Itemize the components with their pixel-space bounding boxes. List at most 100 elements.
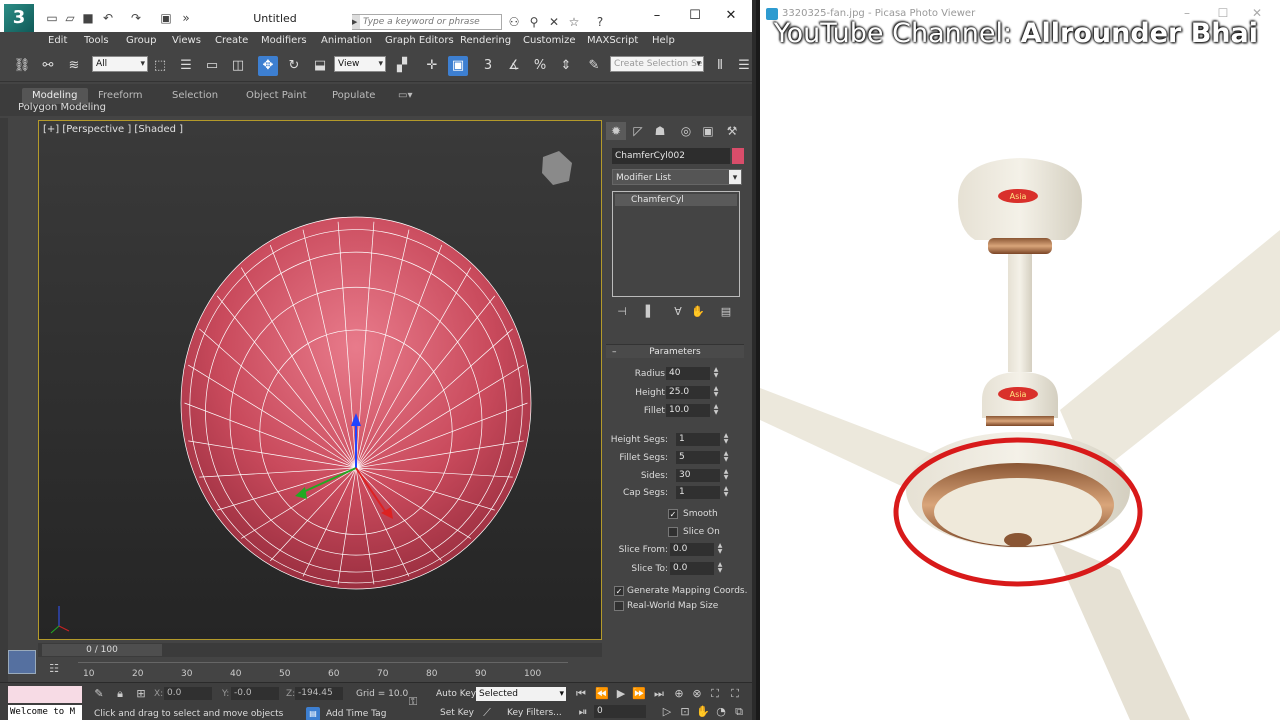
menu-help[interactable]: Help bbox=[652, 35, 675, 46]
new-file-icon[interactable]: ▭ bbox=[44, 10, 60, 26]
track-bar[interactable]: 10 20 30 40 50 60 70 80 90 100 bbox=[78, 662, 568, 679]
set-key-button[interactable]: Set Key bbox=[440, 708, 474, 718]
height-segs-spinner-icon[interactable]: ▲ ▼ bbox=[722, 433, 730, 446]
remove-modifier-icon[interactable]: ✋ bbox=[690, 304, 706, 320]
play-icon[interactable]: ▶ bbox=[614, 687, 628, 701]
time-tag-icon[interactable]: ▤ bbox=[306, 707, 320, 720]
edit-named-selection-icon[interactable]: ✎ bbox=[584, 56, 604, 76]
binoculars-icon[interactable]: ⚇ bbox=[506, 14, 522, 30]
tab-selection[interactable]: Selection bbox=[162, 88, 228, 104]
hierarchy-tab-icon[interactable]: ☗ bbox=[650, 122, 670, 140]
app-logo-button[interactable]: 3 bbox=[4, 4, 34, 32]
zoom-extents-all-icon[interactable]: ⛶ bbox=[728, 687, 742, 701]
search-input[interactable]: Type a keyword or phrase bbox=[352, 14, 502, 30]
menu-create[interactable]: Create bbox=[215, 35, 248, 46]
slice-from-spinner-icon[interactable]: ▲ ▼ bbox=[716, 543, 724, 556]
show-end-result-icon[interactable]: ▌ bbox=[642, 304, 658, 320]
angle-snap-icon[interactable]: ∡ bbox=[504, 56, 524, 76]
menu-customize[interactable]: Customize bbox=[523, 35, 576, 46]
go-to-end-icon[interactable]: ⏭ bbox=[652, 687, 666, 701]
select-by-name-icon[interactable]: ☰ bbox=[176, 56, 196, 76]
close-icon[interactable]: ✕ bbox=[716, 6, 746, 26]
menu-rendering[interactable]: Rendering bbox=[460, 35, 511, 46]
save-file-icon[interactable]: ■ bbox=[80, 10, 96, 26]
object-color-swatch[interactable] bbox=[732, 148, 744, 164]
auto-key-button[interactable]: Auto Key bbox=[436, 689, 476, 699]
add-time-tag-button[interactable]: Add Time Tag bbox=[326, 709, 386, 719]
field-of-view-icon[interactable]: ▷ bbox=[660, 705, 674, 719]
mirror-icon[interactable]: ⫴ bbox=[710, 56, 730, 76]
y-coord-input[interactable]: -0.0 bbox=[231, 687, 279, 700]
menu-edit[interactable]: Edit bbox=[48, 35, 67, 46]
unlink-icon[interactable]: ⚯ bbox=[38, 56, 58, 76]
motion-tab-icon[interactable]: ◎ bbox=[676, 122, 696, 140]
maxscript-listener-input[interactable] bbox=[8, 686, 82, 703]
pan-icon[interactable]: ✋ bbox=[696, 705, 710, 719]
key-mode-toggle-icon[interactable]: ⏯ bbox=[576, 705, 590, 719]
zoom-icon[interactable]: ⊕ bbox=[672, 687, 686, 701]
zoom-region-icon[interactable]: ⊡ bbox=[678, 705, 692, 719]
keyboard-shortcut-icon[interactable]: ▣ bbox=[448, 56, 468, 76]
reference-coordinate-dropdown[interactable]: View bbox=[334, 56, 386, 72]
x-coord-input[interactable]: 0.0 bbox=[164, 687, 212, 700]
isolate-icon[interactable]: ✎ bbox=[92, 687, 106, 701]
select-manipulate-icon[interactable]: ✛ bbox=[422, 56, 442, 76]
fillet-segs-spinner-icon[interactable]: ▲ ▼ bbox=[722, 451, 730, 464]
sides-spinner-icon[interactable]: ▲ ▼ bbox=[722, 469, 730, 482]
configure-sets-icon[interactable]: ▤ bbox=[718, 304, 734, 320]
fillet-spinner-icon[interactable]: ▲ ▼ bbox=[712, 404, 720, 417]
select-object-icon[interactable]: ⬚ bbox=[150, 56, 170, 76]
track-bar-icon[interactable]: ☷ bbox=[46, 662, 62, 676]
time-slider[interactable]: 0 / 100 bbox=[38, 643, 602, 657]
height-segs-input[interactable]: 1 bbox=[676, 433, 720, 446]
menu-animation[interactable]: Animation bbox=[321, 35, 372, 46]
star-icon[interactable]: ☆ bbox=[566, 14, 582, 30]
menu-modifiers[interactable]: Modifiers bbox=[261, 35, 307, 46]
smooth-checkbox[interactable]: ✓ bbox=[668, 509, 678, 519]
bind-space-warp-icon[interactable]: ≋ bbox=[64, 56, 84, 76]
display-tab-icon[interactable]: ▣ bbox=[698, 122, 718, 140]
slice-to-input[interactable]: 0.0 bbox=[670, 562, 714, 575]
rect-selection-icon[interactable]: ▭ bbox=[202, 56, 222, 76]
zoom-extents-icon[interactable]: ⛶ bbox=[708, 687, 722, 701]
modify-tab-icon[interactable]: ◸ bbox=[628, 122, 648, 140]
more-icon[interactable]: » bbox=[178, 10, 194, 26]
radius-spinner-icon[interactable]: ▲ ▼ bbox=[712, 367, 720, 380]
height-input[interactable]: 25.0 bbox=[666, 386, 710, 399]
menu-views[interactable]: Views bbox=[172, 35, 201, 46]
stack-item-chamfercyl[interactable]: ChamferCyl bbox=[615, 194, 737, 206]
selection-filter-dropdown[interactable]: All bbox=[92, 56, 148, 72]
object-name-field[interactable]: ChamferCyl002 bbox=[612, 148, 730, 164]
spinner-snap-icon[interactable]: ⇕ bbox=[556, 56, 576, 76]
help-icon[interactable]: ? bbox=[592, 14, 608, 30]
sides-input[interactable]: 30 bbox=[676, 469, 720, 482]
real-world-checkbox[interactable] bbox=[614, 601, 624, 611]
make-unique-icon[interactable]: ∀ bbox=[670, 304, 686, 320]
fillet-segs-input[interactable]: 5 bbox=[676, 451, 720, 464]
minimize-icon[interactable]: – bbox=[642, 6, 672, 26]
radius-input[interactable]: 40 bbox=[666, 367, 710, 380]
maximize-viewport-icon[interactable]: ⧉ bbox=[732, 705, 746, 719]
cap-segs-input[interactable]: 1 bbox=[676, 486, 720, 499]
menu-tools[interactable]: Tools bbox=[84, 35, 109, 46]
maximize-icon[interactable]: ☐ bbox=[680, 6, 710, 26]
zoom-all-icon[interactable]: ⊗ bbox=[690, 687, 704, 701]
set-key-icon[interactable]: ⚿ bbox=[406, 695, 420, 709]
absolute-mode-icon[interactable]: ⊞ bbox=[134, 687, 148, 701]
fillet-input[interactable]: 10.0 bbox=[666, 404, 710, 417]
select-scale-icon[interactable]: ⬓ bbox=[310, 56, 330, 76]
snaps-toggle-icon[interactable]: 3 bbox=[478, 56, 498, 76]
communication-icon[interactable]: ⚲ bbox=[526, 14, 542, 30]
previous-frame-icon[interactable]: ⏪ bbox=[595, 687, 609, 701]
utilities-tab-icon[interactable]: ⚒ bbox=[722, 122, 742, 140]
perspective-viewport[interactable]: [+] [Perspective ] [Shaded ] bbox=[38, 120, 602, 640]
tab-object-paint[interactable]: Object Paint bbox=[236, 88, 317, 104]
mini-listener-thumb[interactable] bbox=[8, 650, 36, 674]
tab-populate[interactable]: Populate bbox=[322, 88, 385, 104]
key-mode-icon[interactable]: ⟋ bbox=[480, 706, 494, 720]
create-tab-icon[interactable]: ✹ bbox=[606, 122, 626, 140]
polygon-modeling-label[interactable]: Polygon Modeling bbox=[18, 102, 106, 113]
cap-segs-spinner-icon[interactable]: ▲ ▼ bbox=[722, 486, 730, 499]
modifier-list-dropdown[interactable]: Modifier List bbox=[612, 169, 742, 185]
redo-icon[interactable]: ↷ bbox=[128, 10, 144, 26]
